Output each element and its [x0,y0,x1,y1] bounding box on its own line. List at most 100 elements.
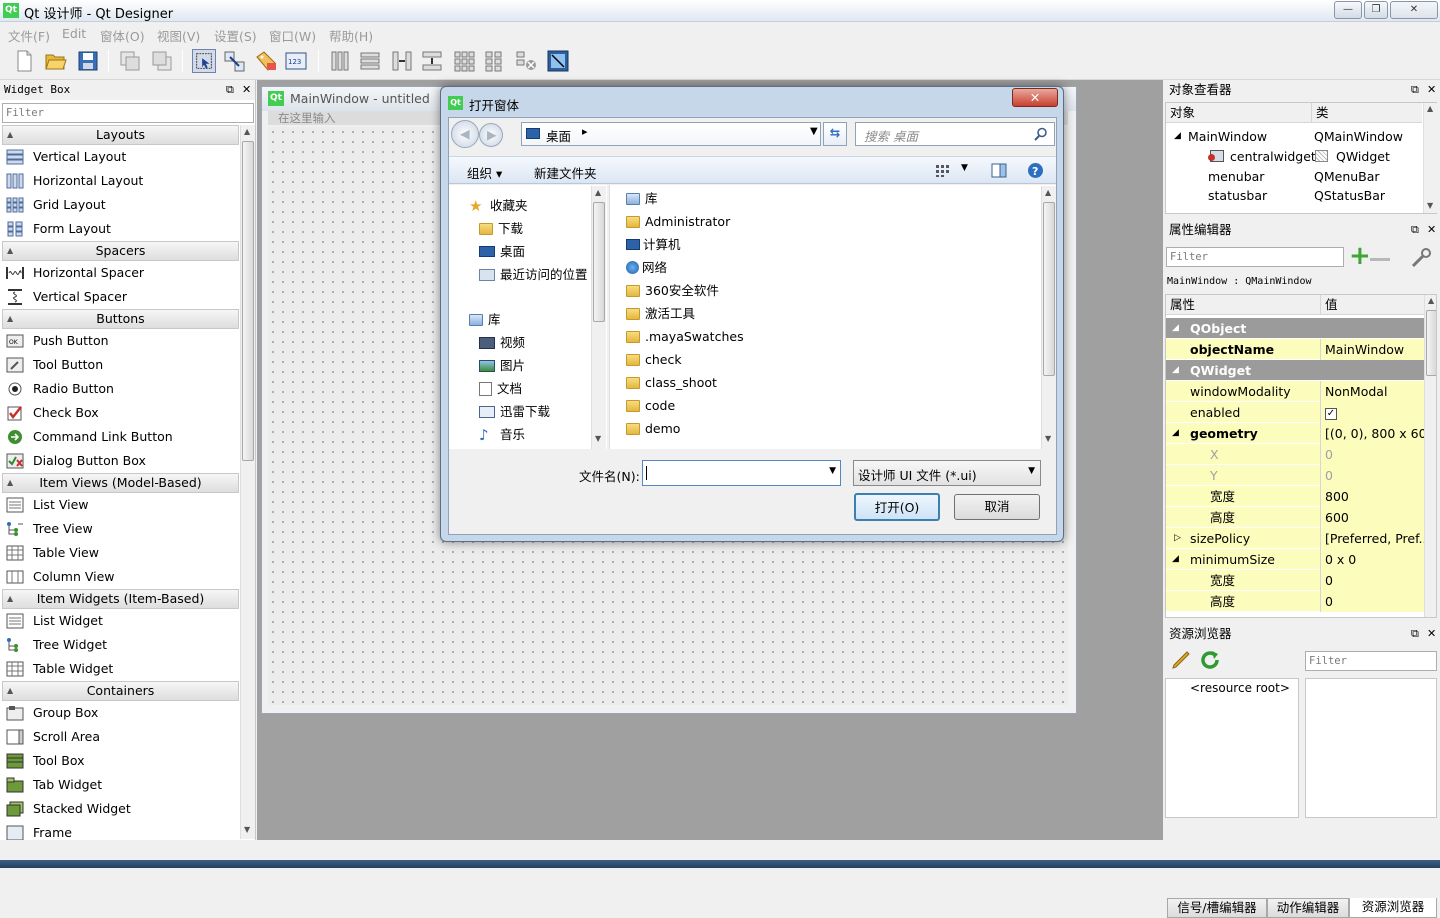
edit-widgets-icon[interactable] [192,49,216,73]
nav-pane-scrollbar[interactable]: ▲ ▼ [591,186,606,449]
search-box[interactable]: 搜索 桌面 [855,122,1055,146]
cancel-button[interactable]: 取消 [954,494,1040,520]
scroll-thumb[interactable] [593,202,605,322]
bring-forward-icon[interactable] [150,49,174,73]
nav-videos[interactable]: 视频 [479,332,525,354]
prop-minsize-height[interactable]: 高度 0 [1166,591,1424,612]
file-item[interactable]: code [626,395,675,417]
object-row-menubar[interactable]: menubar QMenuBar [1166,166,1422,187]
view-options-icon[interactable] [935,164,951,178]
layout-horizontal-icon[interactable] [328,49,352,73]
menu-help[interactable]: 帮助(H) [329,26,373,45]
widget-vertical-spacer[interactable]: Vertical Spacer [6,286,127,308]
edit-tab-order-icon[interactable]: 123 [284,49,308,73]
widget-horizontal-spacer[interactable]: Horizontal Spacer [6,262,144,284]
enabled-checkbox[interactable]: ✓ [1325,407,1337,420]
filename-input[interactable]: ▼ [642,460,841,486]
scroll-up-icon[interactable]: ▲ [1045,188,1051,197]
menu-settings[interactable]: 设置(S) [214,26,257,45]
new-file-icon[interactable] [12,49,36,73]
widget-radio-button[interactable]: Radio Button [6,378,114,400]
category-buttons[interactable]: ▲ Buttons [2,309,239,329]
layout-vertical-icon[interactable] [358,49,382,73]
nav-libraries[interactable]: 库 [469,309,501,331]
property-scrollbar[interactable]: ▲ [1424,295,1436,617]
file-item[interactable]: .mayaSwatches [626,326,744,348]
nav-pictures[interactable]: 图片 [479,355,525,377]
dialog-close-button[interactable]: ✕ [1012,88,1058,107]
close-dock-icon[interactable]: ✕ [1427,220,1436,240]
file-item[interactable]: Administrator [626,211,730,233]
prop-geometry[interactable]: ◢geometry[(0, 0), 800 x 600] [1166,423,1424,444]
prop-geometry-height[interactable]: 高度 600 [1166,507,1424,528]
float-dock-icon[interactable]: ⧉ [226,80,234,100]
widget-form-layout[interactable]: Form Layout [6,218,111,240]
file-item[interactable]: class_shoot [626,372,717,394]
save-icon[interactable] [76,49,100,73]
menu-file[interactable]: 文件(F) [8,26,50,45]
tab-signal-slot-editor[interactable]: 信号/槽编辑器 [1167,898,1267,918]
widget-push-button[interactable]: OK Push Button [6,330,109,352]
widget-check-box[interactable]: Check Box [6,402,99,424]
address-chevron-icon[interactable]: ▸ [582,125,588,138]
object-row-mainwindow[interactable]: ◢ MainWindow QMainWindow [1166,126,1422,147]
prop-enabled[interactable]: enabled ✓ [1166,402,1424,423]
nav-music[interactable]: ♪ 音乐 [479,424,525,446]
refresh-button[interactable]: ⇆ [823,122,847,146]
filename-dropdown-icon[interactable]: ▼ [829,466,836,476]
prop-minsize-width[interactable]: 宽度 0 [1166,570,1424,591]
scroll-down-icon[interactable]: ▼ [1045,434,1051,443]
nav-downloads[interactable]: 下载 [479,218,523,240]
scroll-down-icon[interactable]: ▼ [244,825,250,834]
widget-list-view[interactable]: List View [6,494,89,516]
object-row-centralwidget[interactable]: centralwidget QWidget [1166,146,1422,167]
edit-signals-icon[interactable] [222,49,246,73]
float-dock-icon[interactable]: ⧉ [1411,80,1419,100]
file-item[interactable]: 网络 [626,257,667,279]
form-menu-placeholder[interactable]: 在这里输入 [278,110,336,126]
widget-tab-widget[interactable]: Tab Widget [6,774,102,796]
widget-table-widget[interactable]: Table Widget [6,658,113,680]
prop-geometry-width[interactable]: 宽度 800 [1166,486,1424,507]
scroll-thumb[interactable] [1043,202,1055,376]
back-button[interactable]: ◀ [451,120,479,148]
category-item-widgets[interactable]: ▲ Item Widgets (Item-Based) [2,589,239,609]
break-layout-icon[interactable] [514,49,538,73]
widget-dialog-button-box[interactable]: Dialog Button Box [6,450,146,472]
help-icon[interactable]: ? [1027,162,1044,179]
resource-filter[interactable]: Filter [1305,651,1437,671]
remove-property-icon[interactable] [1370,258,1390,261]
nav-documents[interactable]: 文档 [479,378,522,400]
tab-resource-browser[interactable]: 资源浏览器 [1349,898,1437,918]
nav-thunder-downloads[interactable]: 迅雷下载 [479,401,550,423]
configure-wrench-icon[interactable] [1409,246,1433,270]
address-bar[interactable]: 桌面 ▸ ▼ [521,122,821,146]
widget-frame[interactable]: Frame [6,822,72,840]
group-qwidget[interactable]: ◢ QWidget [1166,360,1424,381]
filetype-select[interactable]: 设计师 UI 文件 (*.ui) ▼ [853,460,1041,486]
scroll-down-icon[interactable]: ▼ [595,434,601,443]
widget-box-scrollbar[interactable]: ▲ ▼ [240,125,255,839]
scroll-up-icon[interactable]: ▲ [595,188,601,197]
address-dropdown-icon[interactable]: ▼ [810,126,818,137]
float-dock-icon[interactable]: ⧉ [1411,220,1419,240]
collapse-arrow-icon[interactable]: ◢ [1172,360,1179,381]
nav-recent[interactable]: 最近访问的位置 [479,264,588,286]
new-folder-button[interactable]: 新建文件夹 [534,163,597,182]
layout-splitter-v-icon[interactable] [420,49,444,73]
file-item[interactable]: 360安全软件 [626,280,719,302]
forward-button[interactable]: ▶ [479,123,503,147]
widget-group-box[interactable]: Group Box [6,702,98,724]
scroll-up-icon[interactable]: ▲ [244,127,250,136]
minimize-button[interactable]: — [1334,1,1362,19]
widget-tree-view[interactable]: Tree View [6,518,93,540]
collapse-arrow-icon[interactable]: ◢ [1172,318,1179,339]
object-inspector-scrollbar[interactable]: ▲ ▼ [1423,103,1437,213]
preview-pane-icon[interactable] [991,163,1007,178]
widget-grid-layout[interactable]: Grid Layout [6,194,106,216]
scroll-down-icon[interactable]: ▼ [1427,201,1433,210]
open-button[interactable]: 打开(O) [854,493,940,521]
widget-table-view[interactable]: Table View [6,542,99,564]
file-item[interactable]: 库 [626,188,658,210]
close-window-button[interactable]: ✕ [1390,1,1438,19]
